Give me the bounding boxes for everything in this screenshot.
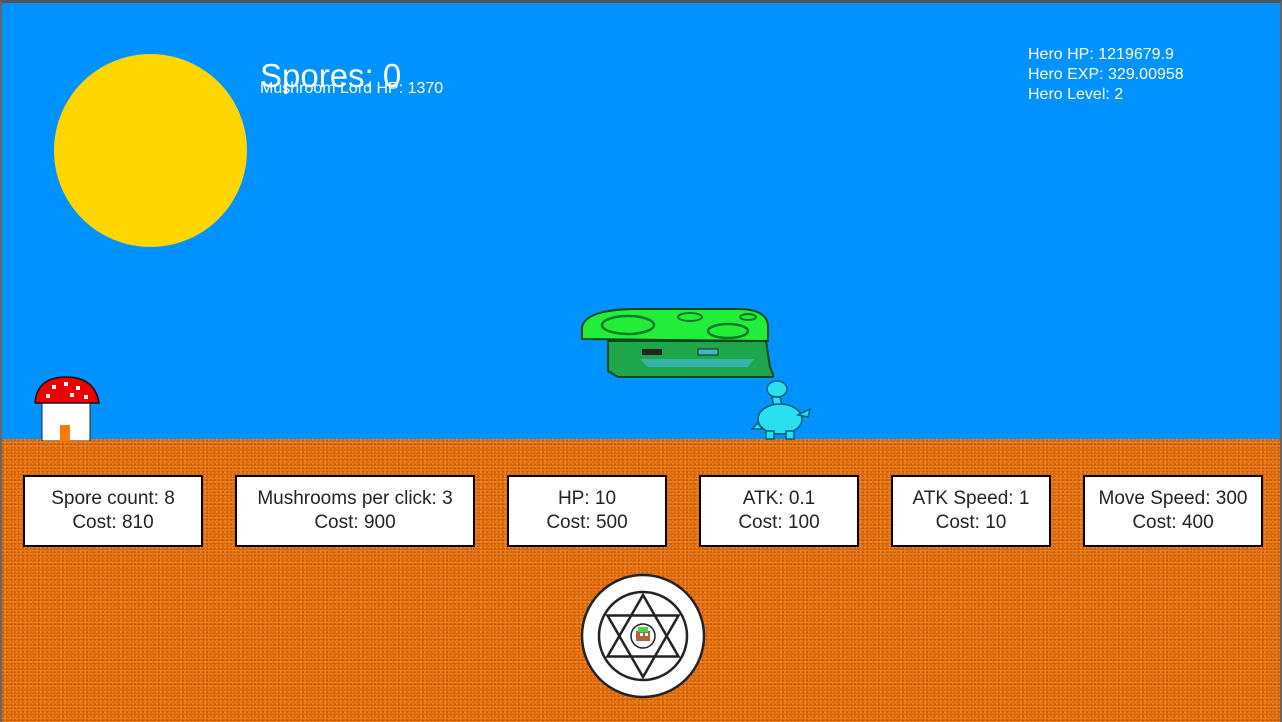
hero-level: Hero Level: 2 [1028, 86, 1124, 103]
mushroom-lord-boss[interactable] [578, 305, 774, 383]
upgrade-atk-button[interactable]: ATK: 0.1 Cost: 100 [699, 475, 859, 547]
upgrade-label: HP: 10 [557, 488, 617, 509]
mushroom-lord-hp: Mushroom Lord HP: 1370 [260, 80, 444, 97]
upgrade-mushrooms-per-click-button[interactable]: Mushrooms per click: 3 Cost: 900 [235, 475, 475, 547]
upgrade-hp-button[interactable]: HP: 10 Cost: 500 [507, 475, 667, 547]
game-window: Spores: 0 Mushroom Lord HP: 1370 Hero HP… [0, 0, 1282, 722]
upgrade-move-speed-button[interactable]: Move Speed: 300 Cost: 400 [1083, 475, 1263, 547]
upgrade-label: ATK: 0.1 [742, 488, 816, 509]
hexagram-portal-button[interactable] [580, 573, 706, 699]
upgrade-cost: Cost: 400 [1132, 512, 1214, 533]
mushroom-house-icon [34, 376, 100, 441]
upgrade-label: Move Speed: 300 [1098, 488, 1248, 509]
upgrade-label: Mushrooms per click: 3 [257, 488, 453, 509]
hero-creature [750, 380, 812, 440]
hero-stats-panel: Hero HP: 1219679.9 Hero EXP: 329.00958 H… [1028, 45, 1184, 105]
upgrade-cost: Cost: 900 [314, 512, 396, 533]
hero-hp: Hero HP: 1219679.9 [1028, 46, 1174, 63]
upgrade-cost: Cost: 810 [72, 512, 154, 533]
upgrade-label: ATK Speed: 1 [912, 488, 1030, 509]
upgrade-atk-speed-button[interactable]: ATK Speed: 1 Cost: 10 [891, 475, 1051, 547]
upgrade-cost: Cost: 10 [935, 512, 1007, 533]
hero-exp: Hero EXP: 329.00958 [1028, 66, 1184, 83]
upgrade-spore-count-button[interactable]: Spore count: 8 Cost: 810 [23, 475, 203, 547]
upgrade-cost: Cost: 100 [738, 512, 820, 533]
upgrade-label: Spore count: 8 [51, 488, 175, 509]
sun-icon [54, 54, 247, 247]
upgrade-cost: Cost: 500 [546, 512, 628, 533]
